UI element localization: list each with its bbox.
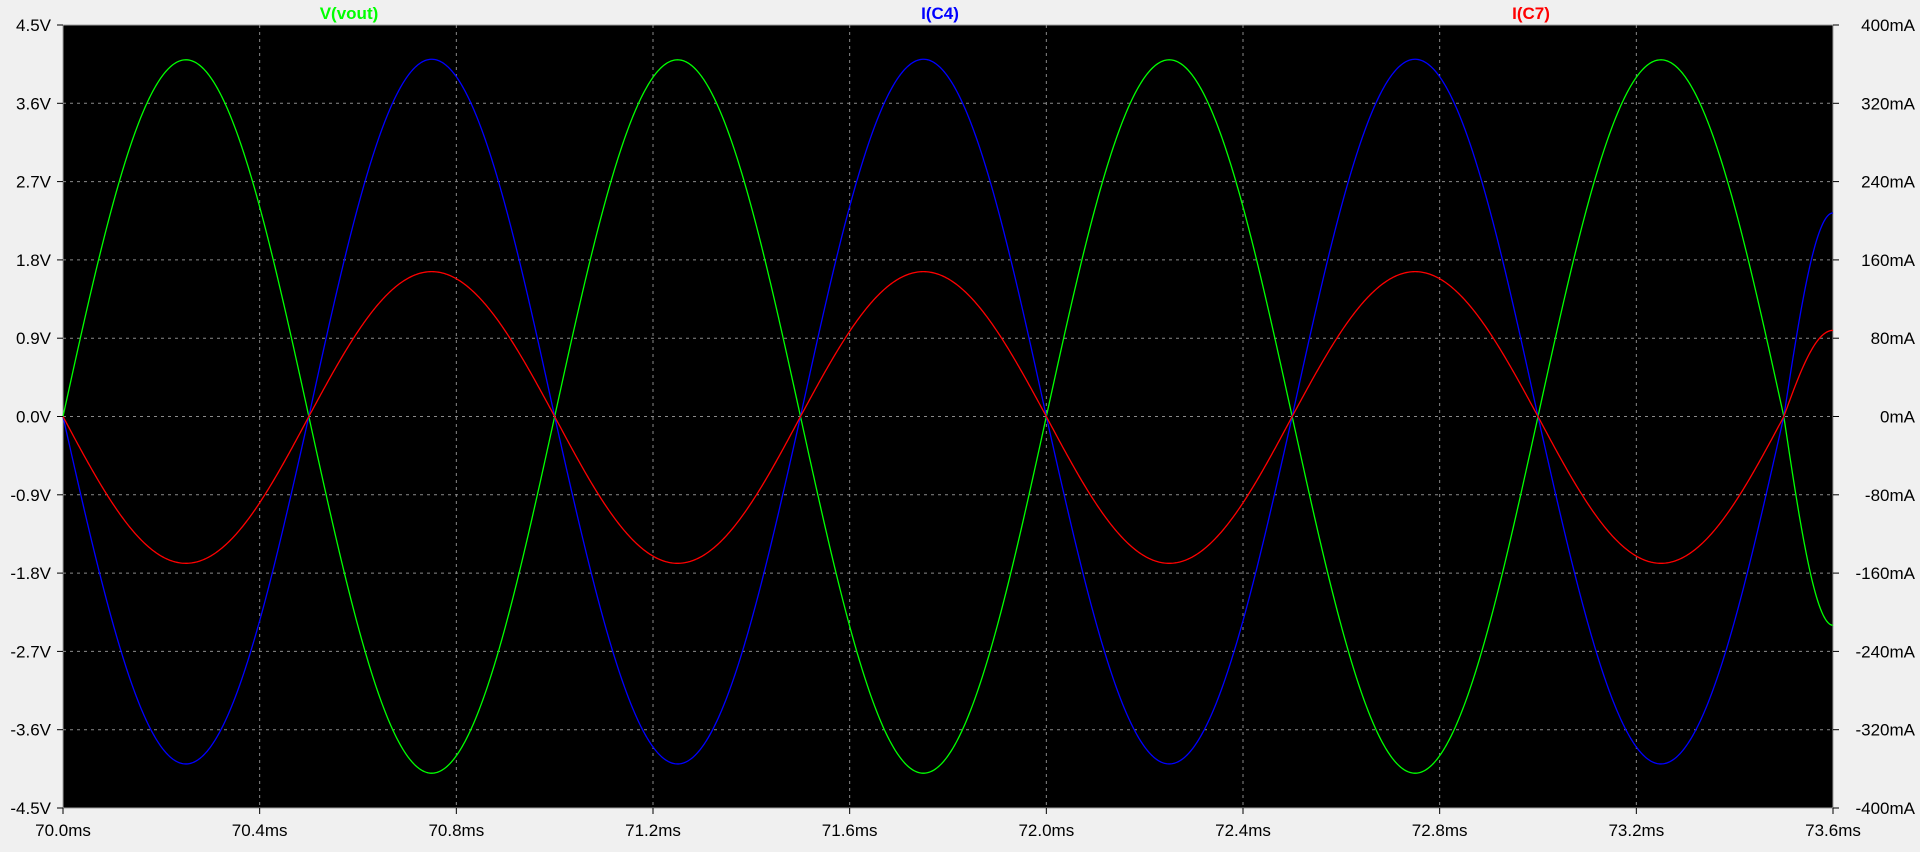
right-tick-label: 400mA [1861,16,1916,35]
x-tick-label: 70.4ms [232,821,288,840]
right-tick-label: -400mA [1855,799,1915,818]
left-tick-label: -3.6V [10,721,51,740]
right-tick-label: -320mA [1855,721,1915,740]
left-tick-label: 0.0V [16,408,52,427]
left-tick-label: 4.5V [16,16,52,35]
waveform-plot-window: V(vout) I(C4) I(C7) 4.5V 3.6V 2.7V 1.8V 0.9V 0.… [0,0,1920,852]
left-tick-label: 0.9V [16,329,52,348]
x-tick-label: 72.4ms [1215,821,1271,840]
x-axis: 70.0ms 70.4ms 70.8ms 71.2ms 71.6ms 72.0ms 72.4… [35,808,1861,840]
x-tick-label: 71.2ms [625,821,681,840]
right-tick-label: 320mA [1861,94,1916,113]
x-tick-label: 70.0ms [35,821,91,840]
waveform-plot[interactable]: V(vout) I(C4) I(C7) 4.5V 3.6V 2.7V 1.8V 0.9V 0.… [0,0,1920,852]
right-tick-label: 0mA [1880,408,1916,427]
trace-label[interactable]: V(vout) [320,4,379,23]
left-tick-label: -1.8V [10,564,51,583]
left-tick-label: 1.8V [16,251,52,270]
left-tick-label: -0.9V [10,486,51,505]
x-tick-label: 70.8ms [428,821,484,840]
right-tick-label: -240mA [1855,642,1915,661]
right-tick-label: -80mA [1865,486,1916,505]
x-tick-label: 72.8ms [1412,821,1468,840]
trace-label[interactable]: I(C7) [1512,4,1550,23]
right-tick-label: 80mA [1871,329,1916,348]
x-tick-label: 73.6ms [1805,821,1861,840]
right-tick-label: 240mA [1861,173,1916,192]
left-tick-label: 3.6V [16,94,52,113]
right-y-axis: 400mA 320mA 240mA 160mA 80mA 0mA -80mA -160mA -2… [1833,16,1916,818]
trace-label[interactable]: I(C4) [921,4,959,23]
left-tick-label: -4.5V [10,799,51,818]
x-tick-label: 72.0ms [1018,821,1074,840]
x-tick-label: 73.2ms [1608,821,1664,840]
right-tick-label: -160mA [1855,564,1915,583]
right-tick-label: 160mA [1861,251,1916,270]
left-tick-label: -2.7V [10,642,51,661]
left-tick-label: 2.7V [16,173,52,192]
left-y-axis: 4.5V 3.6V 2.7V 1.8V 0.9V 0.0V -0.9V -1.8V -2.7V -… [10,16,63,818]
trace-labels: V(vout) I(C4) I(C7) [320,4,1550,23]
x-tick-label: 71.6ms [822,821,878,840]
